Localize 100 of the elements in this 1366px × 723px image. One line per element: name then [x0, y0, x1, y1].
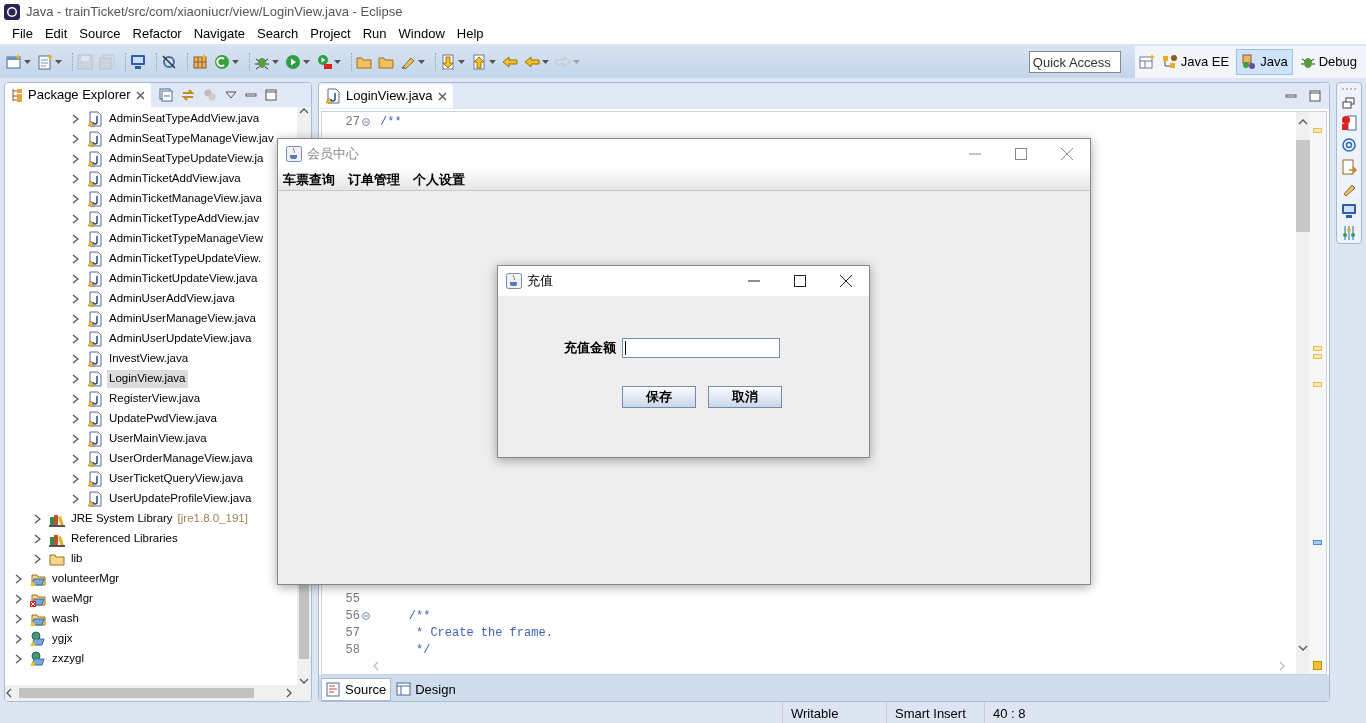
- caret-icon[interactable]: [489, 60, 496, 64]
- tree-item[interactable]: wash: [50, 610, 81, 628]
- scroll-right-icon[interactable]: [285, 688, 293, 698]
- tree-item[interactable]: ygjx: [50, 630, 75, 648]
- tree-item[interactable]: AdminSeatTypeManageView.jav: [107, 130, 276, 148]
- caret-icon[interactable]: [334, 60, 341, 64]
- monitor-icon[interactable]: [1341, 203, 1357, 219]
- tree-item[interactable]: lib: [69, 550, 85, 568]
- annotation-marker[interactable]: [1313, 128, 1322, 133]
- menu-item[interactable]: Project: [304, 24, 357, 44]
- menu-item[interactable]: Navigate: [187, 24, 251, 44]
- chevron-icon[interactable]: [71, 294, 79, 304]
- tree-item[interactable]: AdminSeatTypeUpdateView.ja: [107, 150, 266, 168]
- annotation-marker[interactable]: [1313, 540, 1322, 545]
- caret-icon[interactable]: [272, 60, 279, 64]
- chevron-icon[interactable]: [71, 154, 79, 164]
- chevron-icon[interactable]: [14, 614, 22, 624]
- tree-item[interactable]: AdminTicketUpdateView.java: [107, 270, 260, 288]
- tree-item[interactable]: JRE System Library: [69, 510, 175, 528]
- perspective-button[interactable]: Debug: [1294, 49, 1362, 75]
- close-icon[interactable]: [437, 91, 447, 101]
- scroll-up-icon[interactable]: [299, 107, 309, 115]
- caret-icon[interactable]: [303, 60, 310, 64]
- menu-item[interactable]: Search: [251, 24, 305, 44]
- annotation-marker[interactable]: [1313, 382, 1322, 387]
- chevron-icon[interactable]: [33, 534, 41, 544]
- chevron-icon[interactable]: [71, 494, 79, 504]
- tree-item[interactable]: AdminTicketManageView.java: [107, 190, 264, 208]
- scroll-down-icon[interactable]: [299, 677, 309, 685]
- menu-item[interactable]: Window: [392, 24, 451, 44]
- monitor-icon[interactable]: [130, 54, 146, 70]
- chevron-icon[interactable]: [14, 634, 22, 644]
- down-arrow-icon[interactable]: [440, 54, 456, 70]
- scroll-thumb[interactable]: [1296, 140, 1310, 232]
- tree-item[interactable]: UserUpdateProfileView.java: [107, 490, 254, 508]
- chevron-icon[interactable]: [71, 474, 79, 484]
- tree-item[interactable]: RegisterView.java: [107, 390, 203, 408]
- left-arrow-icon[interactable]: [502, 54, 518, 70]
- restore-icon[interactable]: [1342, 97, 1356, 109]
- chevron-icon[interactable]: [14, 594, 22, 604]
- tree-item[interactable]: UserTicketQueryView.java: [107, 470, 246, 488]
- chevron-icon[interactable]: [71, 194, 79, 204]
- chevron-icon[interactable]: [71, 314, 79, 324]
- chevron-icon[interactable]: [14, 574, 22, 584]
- tree-item[interactable]: zxzygl: [50, 650, 86, 668]
- perspective-button[interactable]: Java: [1236, 49, 1293, 75]
- caret-icon[interactable]: [418, 60, 425, 64]
- menu-item[interactable]: File: [6, 24, 39, 44]
- menu-item[interactable]: 车票查询: [283, 169, 335, 190]
- chevron-icon[interactable]: [71, 334, 79, 344]
- tree-item[interactable]: AdminTicketTypeUpdateView.: [107, 250, 264, 268]
- caret-icon[interactable]: [232, 60, 239, 64]
- perspective-button[interactable]: Java EE: [1156, 49, 1235, 75]
- chevron-icon[interactable]: [71, 214, 79, 224]
- menu-item[interactable]: Source: [73, 24, 127, 44]
- menu-item[interactable]: 订单管理: [348, 169, 400, 190]
- close-icon[interactable]: [135, 90, 145, 100]
- chevron-icon[interactable]: [14, 654, 22, 664]
- close-icon[interactable]: [840, 275, 852, 287]
- collapse-all-icon[interactable]: [158, 88, 173, 102]
- chevron-icon[interactable]: [71, 374, 79, 384]
- menu-item[interactable]: 个人设置: [413, 169, 465, 190]
- tree-item[interactable]: AdminUserManageView.java: [107, 310, 258, 328]
- tree-item[interactable]: UserOrderManageView.java: [107, 450, 255, 468]
- scroll-thumb[interactable]: [299, 585, 309, 659]
- tree-item[interactable]: UserMainView.java: [107, 430, 209, 448]
- tree-item[interactable]: AdminUserAddView.java: [107, 290, 237, 308]
- chevron-icon[interactable]: [71, 354, 79, 364]
- tree-item[interactable]: UpdatePwdView.java: [107, 410, 219, 428]
- play-toolbox-icon[interactable]: [316, 54, 332, 70]
- window-icon[interactable]: [6, 54, 22, 70]
- chevron-icon[interactable]: [71, 394, 79, 404]
- at-sign-icon[interactable]: [1341, 137, 1357, 153]
- drag-handle-icon[interactable]: [1341, 87, 1357, 91]
- scroll-thumb[interactable]: [19, 688, 254, 698]
- annotation-marker[interactable]: [1313, 354, 1322, 359]
- up-arrow-icon[interactable]: [471, 54, 487, 70]
- open-perspective-icon[interactable]: [1138, 54, 1155, 70]
- menu-item[interactable]: Run: [356, 24, 393, 44]
- tree-item[interactable]: volunteerMgr: [50, 570, 122, 588]
- dialog-button[interactable]: 取消: [708, 386, 782, 408]
- tree-item[interactable]: InvestView.java: [107, 350, 191, 368]
- tree-item[interactable]: Referenced Libraries: [69, 530, 180, 548]
- chevron-icon[interactable]: [33, 554, 41, 564]
- chevron-icon[interactable]: [71, 254, 79, 264]
- editor-mode-tab[interactable]: Source: [321, 677, 392, 701]
- caret-icon[interactable]: [458, 60, 465, 64]
- scroll-up-icon[interactable]: [1298, 118, 1308, 126]
- chevron-icon[interactable]: [33, 514, 41, 524]
- tree-item[interactable]: AdminTicketTypeAddView.jav: [107, 210, 262, 228]
- left-arrow-icon[interactable]: [524, 54, 540, 70]
- chevron-icon[interactable]: [71, 114, 79, 124]
- grid-icon[interactable]: [192, 54, 208, 70]
- view-menu-icon[interactable]: [224, 91, 237, 99]
- caret-icon[interactable]: [542, 60, 549, 64]
- menu-item[interactable]: Help: [450, 24, 490, 44]
- amount-field[interactable]: [622, 338, 780, 358]
- chevron-icon[interactable]: [71, 174, 79, 184]
- dialog-button[interactable]: 保存: [622, 386, 696, 408]
- scrollbar[interactable]: [1296, 112, 1310, 674]
